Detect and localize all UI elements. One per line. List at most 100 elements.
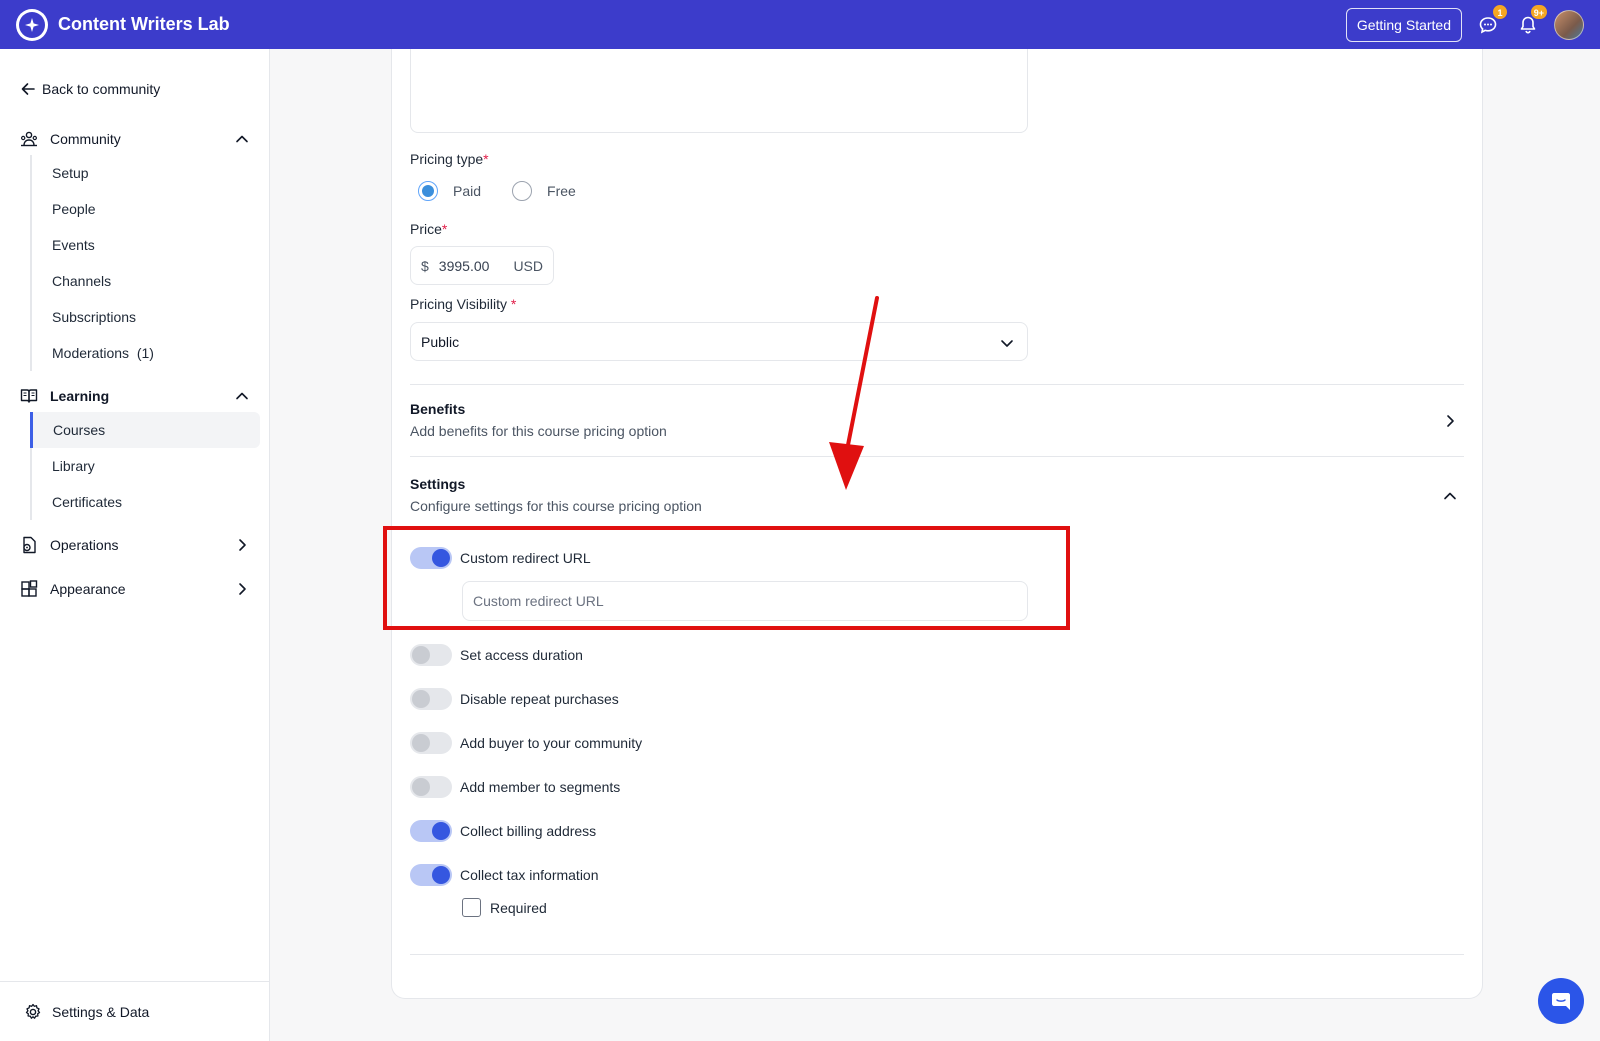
benefits-title: Benefits (410, 401, 466, 417)
radio-paid-label[interactable]: Paid (453, 183, 481, 199)
pricing-visibility-label-text: Pricing Visibility (410, 296, 507, 312)
appearance-icon (21, 580, 38, 597)
sidebar-item-subscriptions[interactable]: Subscriptions (30, 299, 260, 335)
sidebar-item-library[interactable]: Library (30, 448, 260, 484)
required-mark: * (441, 221, 448, 237)
currency-code: USD (513, 257, 543, 274)
add-member-to-segments-label: Add member to segments (460, 779, 621, 795)
required-checkbox[interactable] (462, 898, 481, 917)
app-logo-icon[interactable] (16, 8, 48, 41)
settings-and-data-link[interactable]: Settings & Data (0, 981, 270, 1041)
toggle-row-add-buyer-to-community: Add buyer to your community (410, 732, 642, 754)
toggle-row-disable-repeat-purchases: Disable repeat purchases (410, 688, 619, 710)
learning-submenu: Courses Library Certificates (30, 412, 260, 520)
disable-repeat-purchases-toggle[interactable] (410, 688, 452, 710)
sidebar-item-moderations[interactable]: Moderations (1) (30, 335, 260, 371)
top-bar: Content Writers Lab Getting Started 1 9+ (0, 0, 1600, 49)
annotation-arrow-icon (829, 296, 879, 490)
chevron-up-icon[interactable] (234, 388, 250, 404)
required-mark: * (483, 151, 489, 167)
toggle-row-add-member-to-segments: Add member to segments (410, 776, 620, 798)
sidebar-item-people[interactable]: People (30, 191, 260, 227)
messages-badge: 1 (1492, 3, 1508, 20)
required-mark: * (510, 296, 517, 312)
sidebar-section-community[interactable]: Community (20, 127, 250, 151)
pricing-type-label-text: Pricing type (410, 151, 484, 167)
price-label-text: Price (410, 221, 442, 237)
radio-free[interactable] (512, 181, 533, 201)
sidebar-item-channels[interactable]: Channels (30, 263, 260, 299)
pricing-type-radio-group: Paid Free (418, 181, 576, 201)
pricing-visibility-label: Pricing Visibility * (410, 296, 516, 312)
chevron-right-icon[interactable] (234, 537, 250, 553)
pricing-visibility-value: Public (421, 333, 460, 350)
back-to-community-label: Back to community (42, 81, 161, 97)
chevron-right-icon[interactable] (1442, 413, 1458, 429)
set-access-duration-toggle[interactable] (410, 644, 452, 666)
collect-billing-address-label: Collect billing address (460, 823, 597, 839)
settings-and-data-label: Settings & Data (52, 1003, 150, 1020)
appearance-label: Appearance (50, 581, 126, 597)
sidebar-section-appearance[interactable]: Appearance (20, 577, 250, 601)
disable-repeat-purchases-label: Disable repeat purchases (460, 691, 619, 707)
sidebar-item-certificates[interactable]: Certificates (30, 484, 260, 520)
chevron-up-icon[interactable] (1442, 488, 1458, 504)
divider (410, 456, 1464, 457)
settings-section[interactable]: Settings Configure settings for this cou… (410, 476, 1464, 514)
notifications-badge: 9+ (1529, 3, 1548, 20)
pricing-visibility-select[interactable]: Public (410, 322, 1028, 361)
community-submenu: Setup People Events Channels Subscriptio… (30, 155, 260, 371)
add-buyer-to-community-toggle[interactable] (410, 732, 452, 754)
description-textarea[interactable] (410, 49, 1028, 133)
price-label: Price* (410, 221, 447, 237)
back-to-community-link[interactable]: Back to community (20, 81, 160, 97)
gear-icon (25, 1003, 41, 1019)
app-title[interactable]: Content Writers Lab (58, 14, 230, 35)
price-value[interactable]: 3995.00 (439, 258, 490, 274)
required-checkbox-row: Required (462, 898, 547, 917)
notifications-button[interactable]: 9+ (1514, 3, 1548, 39)
divider (410, 384, 1464, 385)
collect-tax-information-label: Collect tax information (460, 867, 599, 883)
community-label: Community (50, 131, 121, 147)
messages-button[interactable]: 1 (1474, 3, 1508, 39)
chevron-down-icon (1001, 340, 1013, 347)
price-input[interactable]: $ 3995.00 USD (410, 246, 554, 285)
toggle-row-collect-billing-address: Collect billing address (410, 820, 596, 842)
annotation-highlight-box (383, 526, 1070, 630)
benefits-section[interactable]: Benefits Add benefits for this course pr… (410, 401, 1464, 439)
chevron-right-icon[interactable] (234, 581, 250, 597)
chevron-up-icon[interactable] (234, 131, 250, 147)
radio-free-label[interactable]: Free (547, 183, 576, 199)
sidebar-section-operations[interactable]: Operations (20, 533, 250, 557)
pricing-option-card: Pricing type* Paid Free Price* $ 3995.00… (391, 49, 1483, 999)
chat-bubble-icon (1552, 993, 1570, 1010)
learning-label: Learning (50, 388, 110, 404)
benefits-description: Add benefits for this course pricing opt… (410, 423, 667, 439)
sidebar-item-events[interactable]: Events (30, 227, 260, 263)
divider (410, 954, 1464, 955)
operations-icon (23, 536, 36, 554)
collect-billing-address-toggle[interactable] (410, 820, 452, 842)
book-icon (20, 389, 38, 403)
sidebar-section-learning[interactable]: Learning (20, 384, 250, 408)
add-member-to-segments-toggle[interactable] (410, 776, 452, 798)
add-buyer-to-community-label: Add buyer to your community (460, 735, 643, 751)
getting-started-button[interactable]: Getting Started (1345, 7, 1462, 42)
set-access-duration-label: Set access duration (460, 647, 583, 663)
sidebar-item-courses[interactable]: Courses (30, 412, 260, 448)
sidebar-item-setup[interactable]: Setup (30, 155, 260, 191)
required-checkbox-label: Required (490, 899, 547, 916)
collect-tax-information-toggle[interactable] (410, 864, 452, 886)
chat-launcher-button[interactable] (1538, 978, 1584, 1024)
toggle-row-set-access-duration: Set access duration (410, 644, 583, 666)
sidebar: Back to community Community Setup People… (0, 49, 270, 1041)
operations-label: Operations (50, 537, 119, 553)
settings-title: Settings (410, 476, 466, 492)
community-icon (21, 131, 37, 147)
radio-paid[interactable] (418, 181, 438, 201)
arrow-left-icon (21, 83, 35, 95)
user-avatar[interactable] (1554, 9, 1584, 40)
pricing-type-label: Pricing type* (410, 151, 489, 167)
settings-description: Configure settings for this course prici… (410, 498, 702, 514)
